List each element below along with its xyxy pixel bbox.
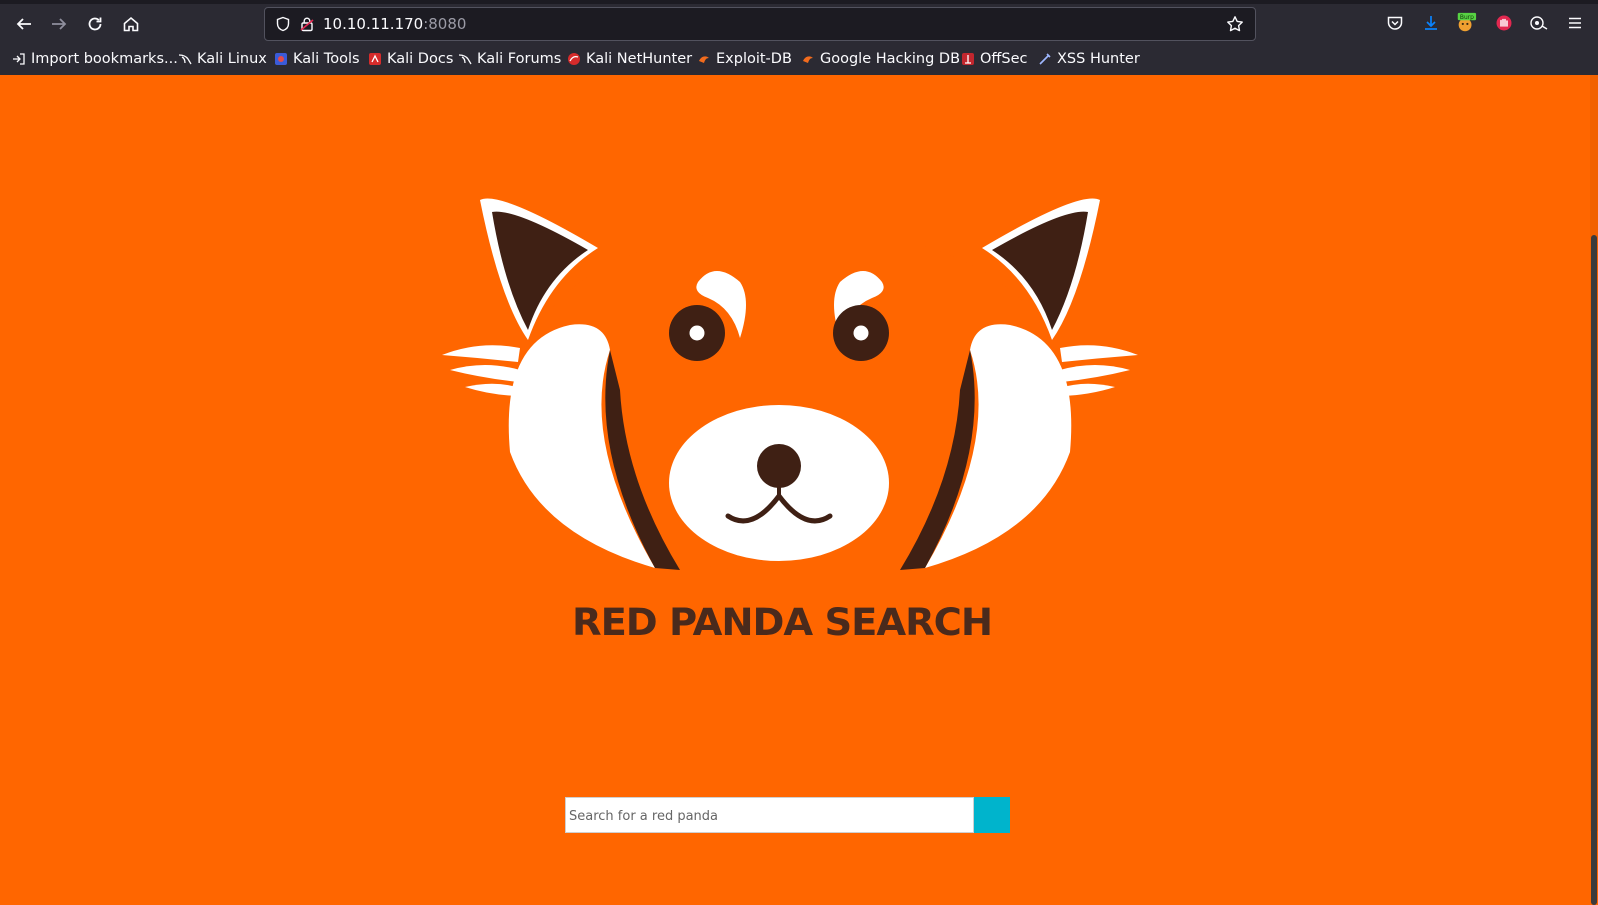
bookmark-label: XSS Hunter: [1057, 51, 1140, 67]
lock-icon[interactable]: [297, 14, 317, 34]
pocket-icon[interactable]: [1384, 12, 1406, 34]
page-scrollbar[interactable]: [1590, 75, 1598, 905]
exploit-db-icon: [697, 52, 711, 66]
bookmark-kali-linux[interactable]: Kali Linux: [178, 47, 267, 71]
kali-docs-icon: [368, 52, 382, 66]
bookmark-xss-hunter[interactable]: XSS Hunter: [1038, 47, 1140, 71]
bookmark-label: Exploit-DB: [716, 51, 792, 67]
back-icon: [16, 18, 31, 30]
burp-label: Burp: [1460, 14, 1474, 21]
bookmark-kali-docs[interactable]: Kali Docs: [368, 47, 453, 71]
search-input[interactable]: [565, 797, 974, 833]
bookmark-kali-forums[interactable]: Kali Forums: [458, 47, 561, 71]
reload-icon: [88, 17, 102, 31]
page-title-text: RED PANDA SEARCH: [572, 601, 992, 644]
bookmark-label: Kali Tools: [293, 51, 360, 67]
url-text[interactable]: 10.10.11.170:8080: [323, 15, 466, 33]
forward-button[interactable]: [43, 8, 75, 40]
bookmark-label: Kali Docs: [387, 51, 454, 67]
bookmark-google-hacking-db[interactable]: Google Hacking DB: [801, 47, 960, 71]
back-button[interactable]: [8, 8, 40, 40]
bookmark-import[interactable]: Import bookmarks...: [12, 47, 178, 71]
bookmark-label: Kali Linux: [197, 51, 267, 67]
scrollbar-thumb[interactable]: [1591, 235, 1597, 905]
bookmark-label: Kali NetHunter: [586, 51, 693, 67]
bookmarks-toolbar: Import bookmarks... Kali Linux Kali Tool…: [0, 47, 1598, 71]
address-bar[interactable]: 10.10.11.170:8080: [264, 7, 1256, 41]
left-eye: [669, 305, 725, 361]
bookmark-label: Google Hacking DB: [820, 51, 961, 67]
right-eye: [833, 305, 889, 361]
home-icon: [123, 16, 139, 32]
download-icon[interactable]: [1420, 12, 1442, 34]
url-host: 10.10.11.170: [323, 15, 424, 33]
window-top-strip: [0, 0, 1598, 4]
import-icon: [12, 52, 26, 66]
bookmark-label: OffSec: [980, 51, 1028, 67]
bookmark-exploit-db[interactable]: Exploit-DB: [697, 47, 792, 71]
burp-icon[interactable]: Burp: [1455, 12, 1477, 34]
offsec-icon: [961, 52, 975, 66]
right-whiskers: [1060, 345, 1138, 396]
page-title: RED PANDA SEARCH: [572, 601, 993, 644]
search-button[interactable]: [974, 797, 1010, 833]
exploit-db-icon: [801, 52, 815, 66]
extension-icon[interactable]: [1528, 12, 1550, 34]
syringe-icon: [1038, 52, 1052, 66]
bookmark-label: Import bookmarks...: [31, 51, 178, 67]
menu-icon[interactable]: [1564, 12, 1586, 34]
bookmark-label: Kali Forums: [477, 51, 562, 67]
bookmark-offsec[interactable]: OffSec: [961, 47, 1028, 71]
kali-dragon-icon: [458, 52, 472, 66]
bookmark-kali-nethunter[interactable]: Kali NetHunter: [567, 47, 692, 71]
kali-tools-icon: [274, 52, 288, 66]
nethunter-icon: [567, 52, 581, 66]
bookmark-kali-tools[interactable]: Kali Tools: [274, 47, 360, 71]
left-whiskers: [442, 345, 520, 396]
browser-chrome: 10.10.11.170:8080 Burp Import bookmarks.…: [0, 0, 1598, 75]
search-form: [565, 797, 1010, 833]
shield-icon[interactable]: [273, 14, 293, 34]
forward-icon: [52, 18, 67, 30]
url-port: :8080: [423, 15, 467, 33]
kali-dragon-icon: [178, 52, 192, 66]
extension-icon[interactable]: [1493, 12, 1515, 34]
reload-button[interactable]: [79, 8, 111, 40]
red-panda-logo: [442, 198, 1138, 572]
star-icon[interactable]: [1225, 14, 1245, 34]
home-button[interactable]: [115, 8, 147, 40]
